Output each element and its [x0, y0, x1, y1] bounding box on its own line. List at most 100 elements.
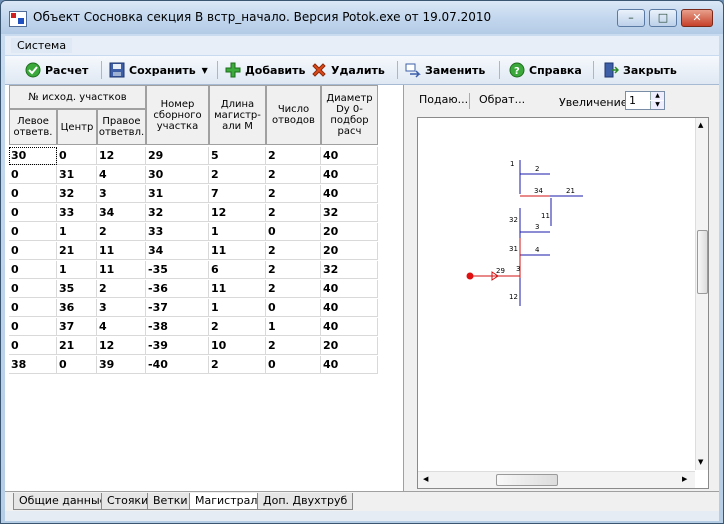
- table-cell[interactable]: 0: [9, 280, 57, 298]
- table-cell[interactable]: 2: [266, 261, 321, 279]
- table-cell[interactable]: 0: [9, 223, 57, 241]
- col-header-collector[interactable]: Номер сборного участка: [146, 85, 209, 145]
- scheme-canvas[interactable]: 1 2 34 21 32 11 3 31 4 29 3 12 ▲ ▼ ◀ ▶: [417, 117, 709, 489]
- vertical-scrollbar[interactable]: ▲ ▼: [695, 118, 708, 470]
- table-cell[interactable]: 35: [57, 280, 97, 298]
- table-cell[interactable]: 12: [97, 147, 146, 165]
- table-cell[interactable]: 20: [321, 337, 378, 355]
- scroll-right-icon[interactable]: ▶: [682, 475, 687, 483]
- table-cell[interactable]: 30: [9, 147, 57, 165]
- col-header-bends[interactable]: Число отводов: [266, 85, 321, 145]
- table-cell[interactable]: 1: [209, 223, 266, 241]
- table-cell[interactable]: 6: [209, 261, 266, 279]
- table-cell[interactable]: 40: [321, 356, 378, 374]
- table-cell[interactable]: 2: [209, 356, 266, 374]
- table-cell[interactable]: 33: [57, 204, 97, 222]
- table-cell[interactable]: 40: [321, 318, 378, 336]
- close-button[interactable]: Закрыть: [603, 60, 677, 80]
- table-cell[interactable]: 2: [97, 223, 146, 241]
- table-cell[interactable]: 11: [97, 261, 146, 279]
- table-cell[interactable]: 2: [266, 185, 321, 203]
- table-cell[interactable]: 21: [57, 337, 97, 355]
- table-cell[interactable]: 0: [9, 242, 57, 260]
- table-cell[interactable]: 40: [321, 280, 378, 298]
- table-cell[interactable]: 12: [209, 204, 266, 222]
- table-cell[interactable]: 32: [57, 185, 97, 203]
- table-cell[interactable]: 0: [266, 223, 321, 241]
- table-cell[interactable]: 34: [97, 204, 146, 222]
- table-cell[interactable]: 32: [321, 261, 378, 279]
- table-cell[interactable]: 4: [97, 318, 146, 336]
- vertical-scroll-thumb[interactable]: [697, 230, 708, 294]
- table-cell[interactable]: 2: [209, 166, 266, 184]
- zoom-spinner[interactable]: 1 ▲ ▼: [625, 91, 665, 110]
- table-cell[interactable]: 36: [57, 299, 97, 317]
- table-cell[interactable]: 2: [266, 242, 321, 260]
- delete-button[interactable]: Удалить: [311, 60, 385, 80]
- table-cell[interactable]: 3: [97, 299, 146, 317]
- tab-general[interactable]: Общие данные: [13, 493, 113, 510]
- table-cell[interactable]: 2: [266, 280, 321, 298]
- table-cell[interactable]: 2: [97, 280, 146, 298]
- table-cell[interactable]: 39: [97, 356, 146, 374]
- col-header-left[interactable]: Левое ответв.: [9, 109, 57, 145]
- table-cell[interactable]: 0: [57, 356, 97, 374]
- scroll-left-icon[interactable]: ◀: [423, 475, 428, 483]
- table-cell[interactable]: 21: [57, 242, 97, 260]
- table-cell[interactable]: 1: [57, 223, 97, 241]
- table-cell[interactable]: 0: [9, 337, 57, 355]
- close-window-button[interactable]: ✕: [681, 9, 713, 27]
- col-header-right[interactable]: Правое ответвл.: [97, 109, 146, 145]
- col-header-diameter[interactable]: Диаметр Dy 0-подбор расч: [321, 85, 378, 145]
- table-cell[interactable]: 33: [146, 223, 209, 241]
- scroll-down-icon[interactable]: ▼: [698, 458, 703, 466]
- table-cell[interactable]: 38: [9, 356, 57, 374]
- replace-button[interactable]: Заменить: [405, 60, 485, 80]
- help-button[interactable]: ? Справка: [509, 60, 582, 80]
- table-cell[interactable]: 40: [321, 185, 378, 203]
- table-cell[interactable]: 1: [57, 261, 97, 279]
- table-cell[interactable]: 31: [146, 185, 209, 203]
- table-cell[interactable]: 0: [9, 166, 57, 184]
- horizontal-scroll-thumb[interactable]: [496, 474, 558, 486]
- table-cell[interactable]: 0: [9, 204, 57, 222]
- col-header-center[interactable]: Центр: [57, 109, 97, 145]
- add-button[interactable]: Добавить: [225, 60, 305, 80]
- table-cell[interactable]: 2: [266, 337, 321, 355]
- scroll-up-icon[interactable]: ▲: [698, 121, 703, 129]
- table-cell[interactable]: 20: [321, 223, 378, 241]
- table-cell[interactable]: 0: [266, 299, 321, 317]
- table-cell[interactable]: 11: [209, 242, 266, 260]
- col-header-length[interactable]: Длина магистр-али М: [209, 85, 266, 145]
- table-cell[interactable]: 5: [209, 147, 266, 165]
- table-cell[interactable]: 0: [9, 185, 57, 203]
- table-cell[interactable]: -36: [146, 280, 209, 298]
- table-cell[interactable]: 11: [97, 242, 146, 260]
- menu-system[interactable]: Система: [11, 38, 73, 53]
- spin-up-icon[interactable]: ▲: [650, 92, 664, 100]
- table-cell[interactable]: 40: [321, 166, 378, 184]
- table-cell[interactable]: 4: [97, 166, 146, 184]
- table-cell[interactable]: 0: [9, 318, 57, 336]
- table-cell[interactable]: 20: [321, 242, 378, 260]
- maximize-button[interactable]: □: [649, 9, 677, 27]
- table-cell[interactable]: 0: [266, 356, 321, 374]
- table-cell[interactable]: 10: [209, 337, 266, 355]
- table-cell[interactable]: 2: [209, 318, 266, 336]
- table-cell[interactable]: 2: [266, 166, 321, 184]
- table-cell[interactable]: -35: [146, 261, 209, 279]
- return-button[interactable]: Обрат...: [479, 93, 525, 106]
- calc-button[interactable]: Расчет: [25, 60, 88, 80]
- table-cell[interactable]: 32: [146, 204, 209, 222]
- table-cell[interactable]: 2: [266, 204, 321, 222]
- minimize-button[interactable]: –: [617, 9, 645, 27]
- tab-double-pipe[interactable]: Доп. Двухтруб: [257, 493, 354, 510]
- save-button[interactable]: Сохранить ▼: [109, 60, 208, 80]
- table-cell[interactable]: 37: [57, 318, 97, 336]
- feed-button[interactable]: Подаю...: [419, 93, 468, 106]
- table-cell[interactable]: -40: [146, 356, 209, 374]
- table-cell[interactable]: 7: [209, 185, 266, 203]
- table-cell[interactable]: 29: [146, 147, 209, 165]
- dropdown-arrow-icon[interactable]: ▼: [202, 66, 208, 75]
- table-cell[interactable]: -38: [146, 318, 209, 336]
